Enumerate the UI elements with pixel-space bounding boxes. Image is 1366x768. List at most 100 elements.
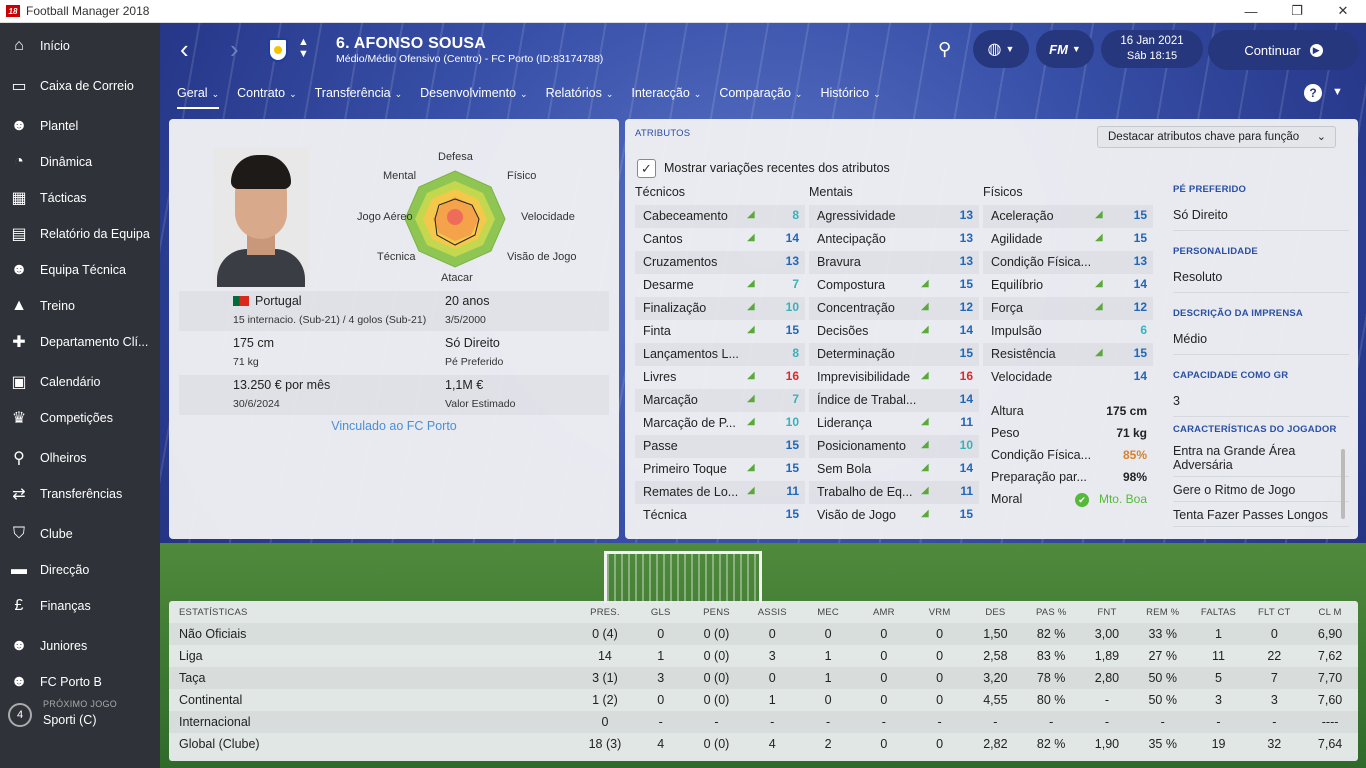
attribute-value: 15 [785, 438, 799, 452]
table-row[interactable]: Continental 1 (2) 0 0 (0) 1 0 0 0 4,55 80 % - 50 % 3… [169, 689, 1358, 711]
table-row[interactable]: Internacional 0- - - - - - - - - - - - ---- [169, 711, 1358, 733]
attribute-up-arrow-icon: ◢ [747, 462, 755, 473]
search-icon[interactable]: ⚲ [938, 39, 951, 60]
attribute-value: 7 [792, 277, 799, 291]
minimize-button[interactable]: — [1228, 0, 1274, 22]
restore-button[interactable]: ❐ [1274, 0, 1320, 22]
preferred-foot: Só Direito [445, 336, 500, 350]
back-arrow-icon[interactable]: ‹ [180, 36, 189, 62]
sidebar-item-7[interactable]: ▲ Treino [0, 289, 160, 323]
attribute-up-arrow-icon: ◢ [1095, 209, 1103, 220]
current-date: 16 Jan 2021 [1120, 35, 1184, 47]
table-cell: 2,82 [983, 737, 1008, 751]
sidebar-item-15[interactable]: £ Finanças [0, 589, 160, 623]
gk-ability-section: CAPACIDADE COMO GR 3 [1173, 370, 1349, 417]
sidebar-item-16[interactable]: ☻ Juniores [0, 629, 160, 663]
continue-label: Continuar [1244, 42, 1301, 58]
stats-column-header: FALTAS [1200, 606, 1237, 618]
fm-menu-button[interactable]: FM ▼ [1036, 30, 1094, 68]
show-changes-checkbox[interactable]: ✓ [637, 159, 656, 178]
table-cell: - [688, 711, 745, 733]
attribute-value: 15 [785, 323, 799, 337]
sidebar-item-0[interactable]: ⌂ Início [0, 29, 160, 63]
close-button[interactable]: ✕ [1320, 0, 1366, 22]
table-cell: 2 [824, 737, 832, 751]
attribute-up-arrow-icon: ◢ [747, 209, 755, 220]
tab-3[interactable]: Desenvolvimento ⌄ [420, 85, 527, 109]
attribute-row: Desarme ◢ 7 [635, 274, 805, 297]
sidebar-item-14[interactable]: ▬ Direcção [0, 553, 160, 587]
attribute-row: Força ◢ 12 [983, 297, 1153, 320]
next-game-widget[interactable]: 4 PRÓXIMO JOGO Sporti (C) [8, 699, 158, 739]
table-cell: 11 [1212, 649, 1225, 663]
date-display[interactable]: 16 Jan 2021 Sáb 18:15 [1101, 30, 1203, 68]
attribute-row: Marcação ◢ 7 [635, 389, 805, 412]
table-cell: 78 % [1023, 667, 1080, 689]
attribute-value: 15 [959, 277, 973, 291]
player-switch-arrows-icon[interactable]: ▲ ▼ [298, 36, 309, 60]
attribute-value: 11 [960, 484, 973, 498]
table-row[interactable]: Não Oficiais 0 (4) 0 0 (0) 0 0 0 0 1,50 82 % 3,00 3… [169, 623, 1358, 645]
chevron-down-icon: ⌄ [794, 89, 803, 99]
tab-1[interactable]: Contrato ⌄ [237, 85, 297, 109]
player-photo [213, 147, 309, 287]
sidebar-item-12[interactable]: ⇄ Transferências [0, 477, 160, 511]
chevron-down-icon[interactable]: ▼ [1332, 86, 1343, 98]
help-icon[interactable]: ? [1304, 84, 1322, 102]
radar-label-mental: Mental [383, 170, 417, 182]
table-cell: 33 % [1134, 623, 1191, 645]
sidebar-item-5[interactable]: ▤ Relatório da Equipa [0, 217, 160, 251]
sidebar-item-9[interactable]: ▣ Calendário [0, 365, 160, 399]
sidebar-item-4[interactable]: ▦ Tácticas [0, 181, 160, 215]
attribute-up-arrow-icon: ◢ [921, 485, 929, 496]
highlight-role-value: Destacar atributos chave para função [1108, 131, 1300, 143]
tab-5[interactable]: Interacção ⌄ [631, 85, 701, 109]
tab-6[interactable]: Comparação ⌄ [719, 85, 802, 109]
table-cell: 83 % [1036, 649, 1066, 663]
sidebar-item-8[interactable]: ✚ Departamento Clí... [0, 325, 160, 359]
attribute-value: 14 [959, 461, 973, 475]
table-row[interactable]: Taça 3 (1) 3 0 (0) 0 1 0 0 3,20 78 % 2,80 50 % 5 7 7,7… [169, 667, 1358, 689]
tab-label: Transferência [314, 86, 391, 100]
attribute-value: 6 [1140, 323, 1147, 337]
contracted-club-link[interactable]: Vinculado ao FC Porto [169, 419, 619, 433]
sidebar-item-11[interactable]: ⚲ Olheiros [0, 441, 160, 475]
tab-2[interactable]: Transferência ⌄ [315, 85, 403, 109]
tab-4[interactable]: Relatórios ⌄ [546, 85, 614, 109]
sidebar-item-13[interactable]: ⛉ Clube [0, 517, 160, 551]
table-row[interactable]: Global (Clube) 18 (3) 4 0 (0) 4 2 0 0 2,82 82 % 1,… [169, 733, 1358, 755]
attribute-row: Finta ◢ 15 [635, 320, 805, 343]
attribute-name: Antecipação [817, 232, 886, 246]
player-position-club[interactable]: Médio/Médio Ofensivo (Centro) - FC Porto… [336, 53, 603, 65]
table-cell: 0 (0) [688, 667, 745, 689]
sidebar-item-17[interactable]: ☻ FC Porto B [0, 665, 160, 699]
sidebar-item-6[interactable]: ☻ Equipa Técnica [0, 253, 160, 287]
traits-scrollbar[interactable] [1341, 449, 1345, 519]
player-trait: Entra na Grande Área Adversária [1173, 444, 1349, 477]
attribute-up-arrow-icon: ◢ [921, 324, 929, 335]
table-row[interactable]: Liga 14 1 0 (0) 3 1 0 0 2,58 83 % 1,89 27 % 11 22 7,62 [169, 645, 1358, 667]
stats-column-header: GLS [650, 606, 671, 618]
club-crest-icon[interactable] [268, 38, 288, 62]
highlight-role-select[interactable]: Destacar atributos chave para função ⌄ [1097, 126, 1336, 148]
tab-0[interactable]: Geral ⌄ [177, 85, 220, 109]
continue-button[interactable]: Continuar ▶ [1208, 30, 1359, 70]
table-cell: 82 % [1023, 623, 1080, 645]
table-cell: 1 [800, 667, 856, 689]
play-icon: ▶ [1309, 43, 1323, 57]
tab-7[interactable]: Histórico ⌄ [820, 85, 880, 109]
nationality: Portugal [233, 294, 302, 308]
sidebar-item-3[interactable]: ◔ Dinâmica [0, 145, 160, 179]
sidebar-item-1[interactable]: ▭ Caixa de Correio [0, 69, 160, 103]
table-cell: 0 [855, 667, 912, 689]
globe-menu-button[interactable]: ◍ ▼ [973, 30, 1029, 68]
sidebar-item-2[interactable]: ☻ Plantel [0, 109, 160, 143]
table-cell: 3 [632, 667, 689, 689]
table-cell: Continental [179, 693, 243, 707]
forward-arrow-icon[interactable]: › [230, 36, 239, 62]
sidebar: 4 PRÓXIMO JOGO Sporti (C) ⌂ Início ▭ Caixa … [0, 23, 160, 768]
sidebar-item-10[interactable]: ♛ Competições [0, 401, 160, 435]
youth-icon: ☻ [10, 637, 28, 654]
report-icon: ▤ [11, 226, 27, 243]
attribute-name: Imprevisibilidade [817, 370, 911, 384]
